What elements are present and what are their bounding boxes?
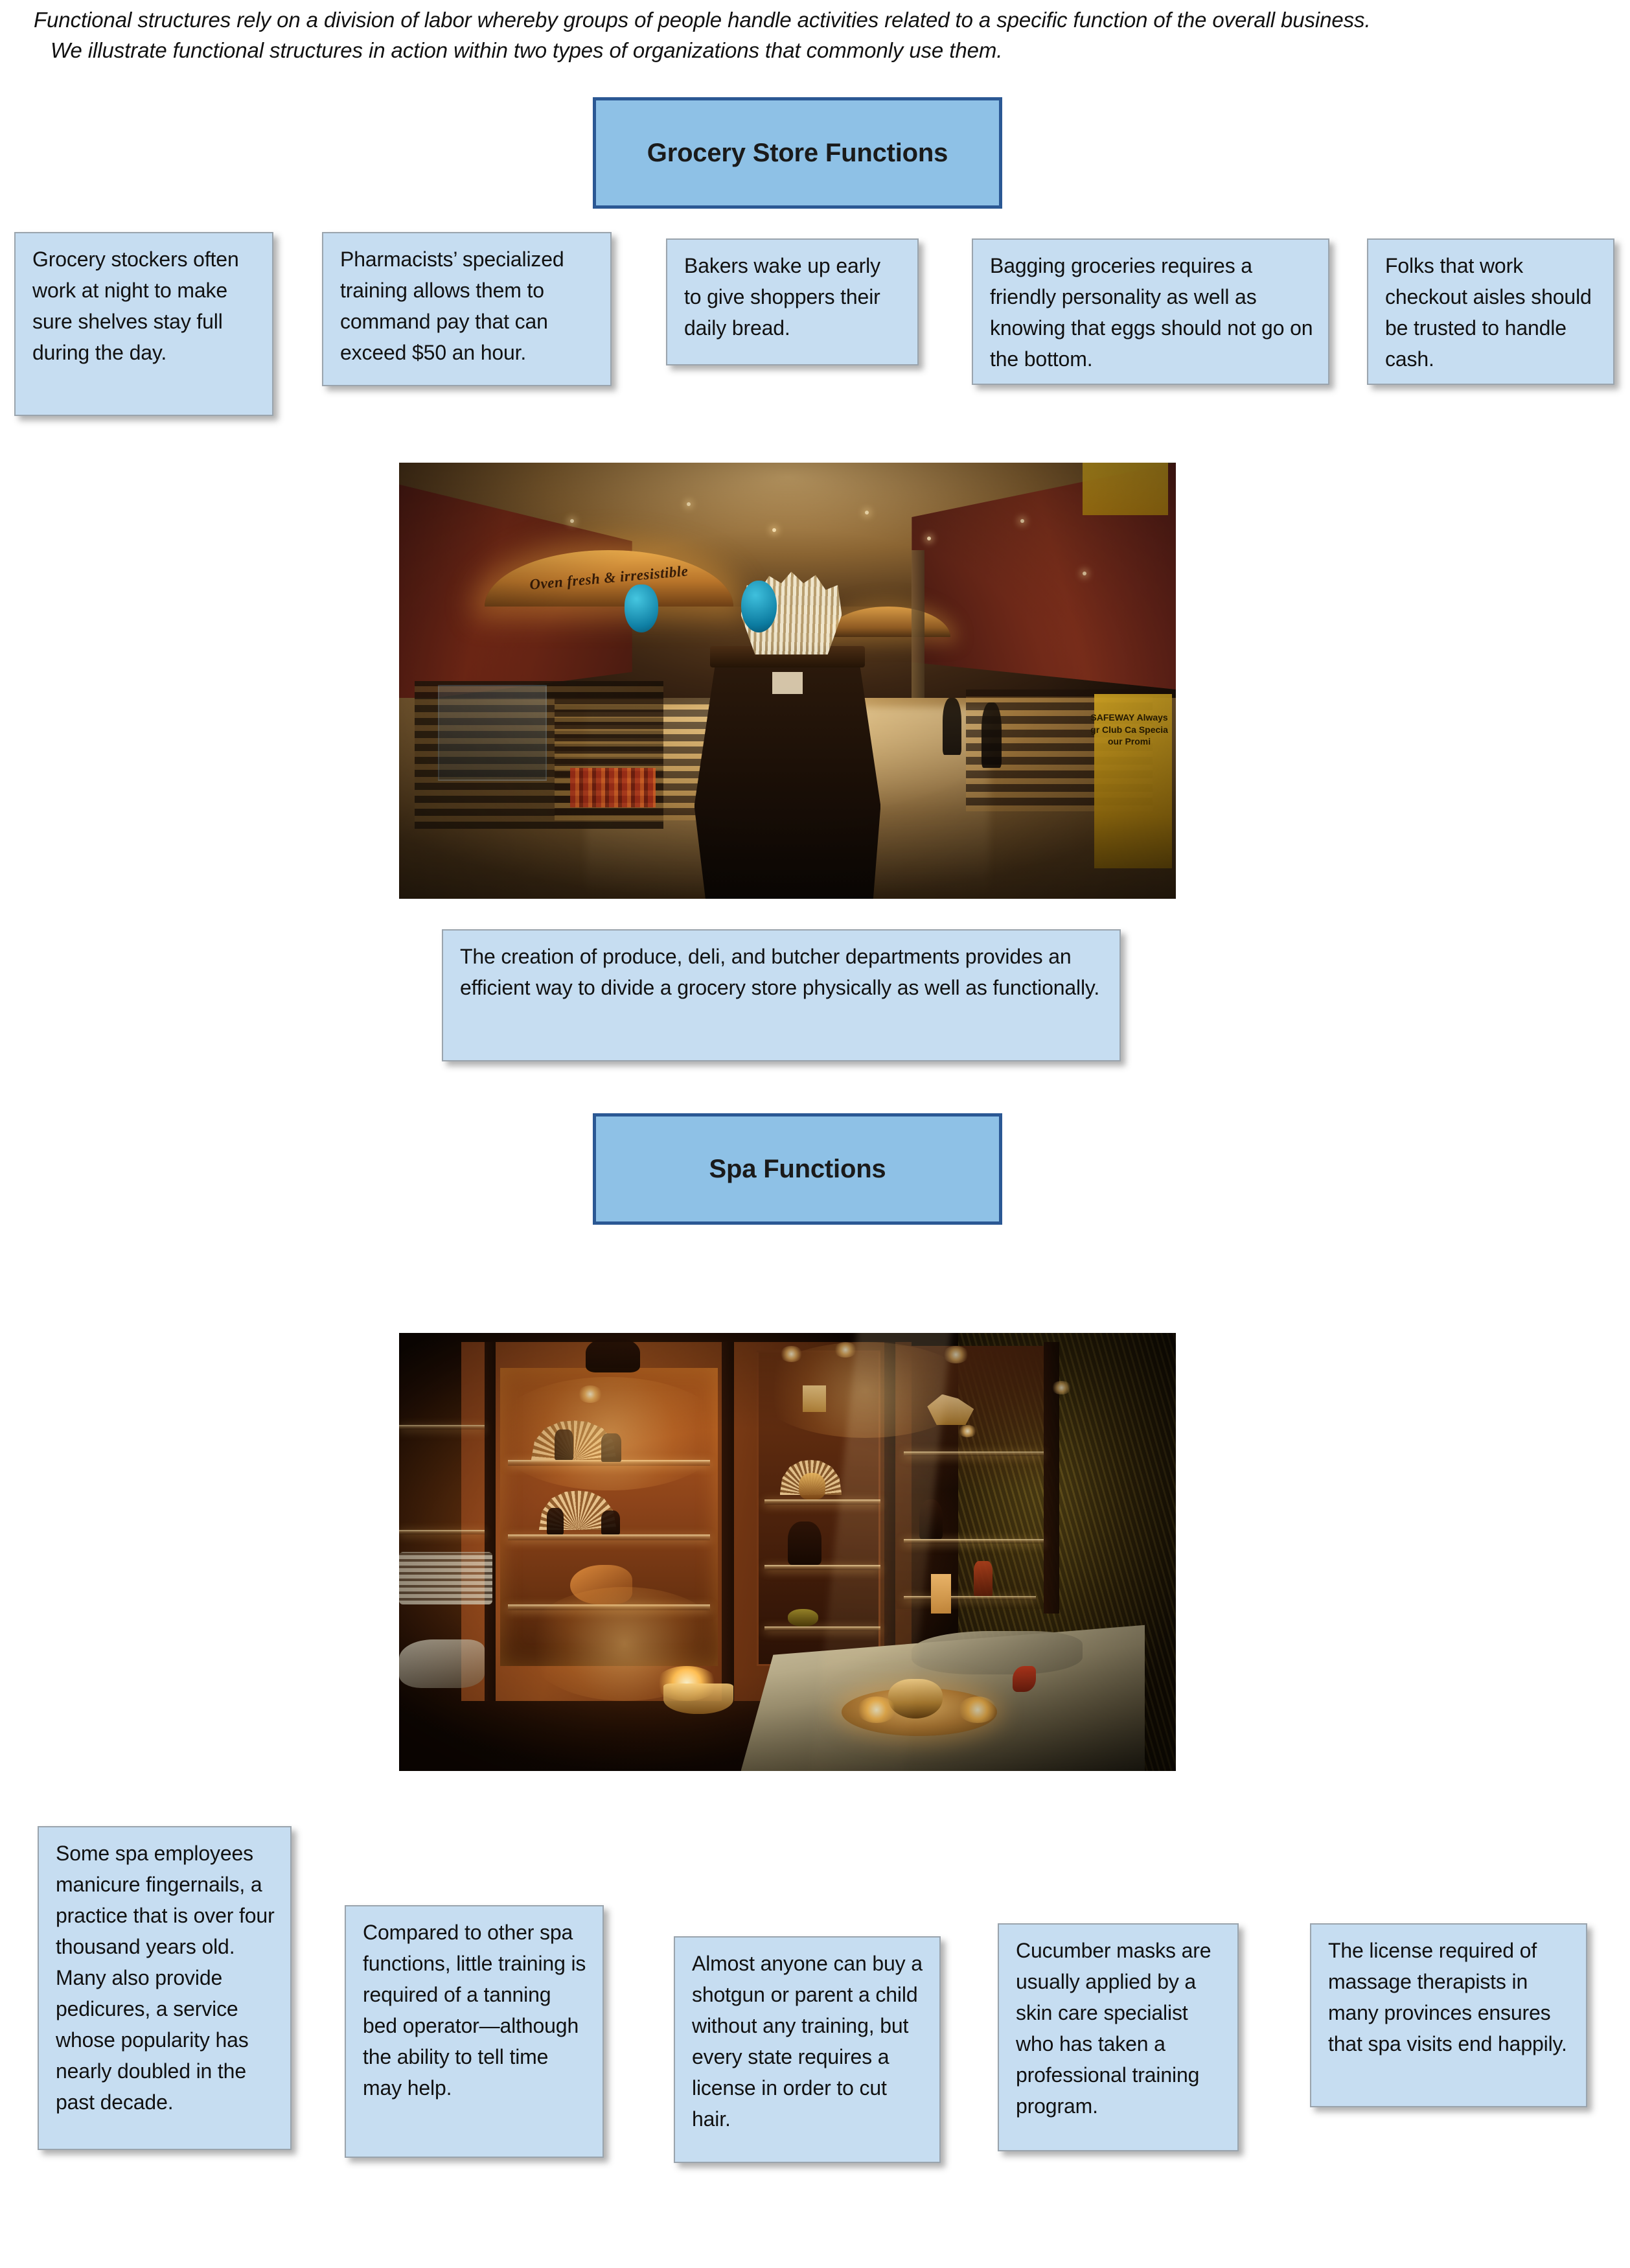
callout-box: Some spa employees manicure fingernails,…: [38, 1826, 292, 2150]
figure-page: Functional structures rely on a division…: [0, 0, 1630, 2268]
callout-text: Bagging groceries requires a friendly pe…: [990, 254, 1313, 371]
callout-text: Pharmacists’ specialized training allows…: [340, 248, 564, 364]
callout-text: Almost anyone can buy a shotgun or paren…: [692, 1952, 923, 2131]
callout-text: Grocery stockers often work at night to …: [32, 248, 239, 364]
callout-box: Cucumber masks are usually applied by a …: [998, 1923, 1239, 2151]
callout-text: The license required of massage therapis…: [1328, 1939, 1567, 2055]
intro-paragraph: Functional structures rely on a division…: [34, 5, 1601, 66]
intro-line-1: Functional structures rely on a division…: [34, 8, 1371, 32]
callout-box: Bakers wake up early to give shoppers th…: [666, 238, 919, 365]
callout-text: The creation of produce, deli, and butch…: [460, 945, 1100, 999]
callout-text: Folks that work checkout aisles should b…: [1385, 254, 1592, 371]
section-header-grocery: Grocery Store Functions: [593, 97, 1002, 209]
callout-box: Bagging groceries requires a friendly pe…: [972, 238, 1329, 385]
photo-vignette: [399, 463, 1176, 899]
section-header-grocery-label: Grocery Store Functions: [647, 138, 948, 167]
callout-text: Cucumber masks are usually applied by a …: [1016, 1939, 1211, 2118]
callout-text: Compared to other spa functions, little …: [363, 1921, 586, 2100]
section-header-spa-label: Spa Functions: [709, 1154, 886, 1183]
intro-line-2: We illustrate functional structures in a…: [51, 38, 1003, 62]
section-header-spa: Spa Functions: [593, 1113, 1002, 1225]
callout-box: The license required of massage therapis…: [1310, 1923, 1587, 2107]
callout-box: Almost anyone can buy a shotgun or paren…: [674, 1936, 941, 2163]
callout-text: Some spa employees manicure fingernails,…: [56, 1842, 275, 2114]
callout-box: Compared to other spa functions, little …: [345, 1905, 604, 2158]
callout-box: Grocery stockers often work at night to …: [14, 232, 273, 416]
grocery-store-photo: Oven fresh & irresistible SAFEWAY Always…: [399, 463, 1176, 899]
photo-vignette: [399, 1333, 1176, 1771]
spa-room-photo: [399, 1333, 1176, 1771]
callout-text: Bakers wake up early to give shoppers th…: [684, 254, 880, 340]
callout-box: Pharmacists’ specialized training allows…: [322, 232, 612, 386]
callout-box: Folks that work checkout aisles should b…: [1367, 238, 1614, 385]
grocery-caption-box: The creation of produce, deli, and butch…: [442, 929, 1121, 1061]
